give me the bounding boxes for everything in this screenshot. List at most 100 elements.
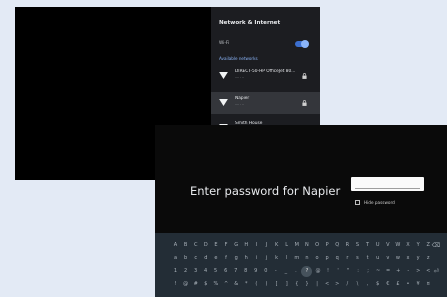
keyboard-key[interactable]: _	[281, 267, 290, 276]
keyboard-key[interactable]: ^	[222, 280, 231, 289]
keyboard-key[interactable]: 3	[191, 267, 200, 276]
keyboard-key[interactable]: [	[272, 280, 281, 289]
keyboard-key[interactable]: €	[383, 280, 392, 289]
keyboard-key[interactable]: W	[393, 241, 402, 250]
keyboard-key[interactable]: $	[201, 280, 210, 289]
keyboard-key[interactable]: y	[414, 254, 423, 263]
keyboard-key[interactable]: %	[211, 280, 220, 289]
keyboard-key[interactable]: ¤	[424, 280, 433, 289]
keyboard-key[interactable]: d	[201, 254, 210, 263]
keyboard-key[interactable]: }	[302, 280, 311, 289]
keyboard-key[interactable]: p	[323, 254, 332, 263]
keyboard-key[interactable]: S	[353, 241, 362, 250]
keyboard-key[interactable]: A	[171, 241, 180, 250]
keyboard-key-focused[interactable]: ?	[301, 266, 313, 277]
keyboard-key[interactable]: >	[414, 267, 423, 276]
keyboard-key[interactable]: 0	[261, 267, 270, 276]
keyboard-key[interactable]: j	[262, 254, 271, 263]
keyboard-key[interactable]: t	[363, 254, 372, 263]
keyboard-key[interactable]: \	[353, 280, 362, 289]
keyboard-key[interactable]: w	[393, 254, 402, 263]
keyboard-key[interactable]: J	[262, 241, 271, 250]
keyboard-key[interactable]: G	[232, 241, 241, 250]
keyboard-key[interactable]: x	[404, 254, 413, 263]
keyboard-key[interactable]: "	[344, 267, 353, 276]
keyboard-key[interactable]: V	[383, 241, 392, 250]
keyboard-key[interactable]: ;	[364, 267, 373, 276]
keyboard-key[interactable]: '	[334, 267, 343, 276]
keyboard-key[interactable]: :	[354, 267, 363, 276]
keyboard-key[interactable]: 1	[171, 267, 180, 276]
keyboard-key[interactable]: z	[424, 254, 433, 263]
keyboard-key[interactable]: )	[262, 280, 271, 289]
keyboard-key[interactable]: k	[272, 254, 281, 263]
keyboard-key[interactable]: g	[232, 254, 241, 263]
keyboard-key[interactable]: m	[292, 254, 301, 263]
keyboard-key[interactable]: {	[292, 280, 301, 289]
keyboard-key[interactable]: b	[181, 254, 190, 263]
keyboard-key[interactable]: h	[242, 254, 251, 263]
keyboard-key[interactable]: v	[383, 254, 392, 263]
keyboard-key[interactable]: N	[302, 241, 311, 250]
keyboard-key[interactable]: T	[363, 241, 372, 250]
keyboard-key[interactable]: D	[201, 241, 210, 250]
keyboard-key[interactable]: o	[313, 254, 322, 263]
backspace-key[interactable]: ⌫	[431, 241, 441, 250]
network-item-napier[interactable]: Napier ···· · ··	[211, 92, 320, 114]
keyboard-key[interactable]: i	[252, 254, 261, 263]
keyboard-key[interactable]: <	[323, 280, 332, 289]
wifi-toggle-row[interactable]: Wi-Fi	[211, 38, 320, 50]
keyboard-key[interactable]: /	[343, 280, 352, 289]
keyboard-key[interactable]: F	[222, 241, 231, 250]
keyboard-key[interactable]: R	[343, 241, 352, 250]
keyboard-key[interactable]: -	[271, 267, 280, 276]
keyboard-key[interactable]: 4	[201, 267, 210, 276]
keyboard-key[interactable]: q	[333, 254, 342, 263]
keyboard-key[interactable]: I	[252, 241, 261, 250]
keyboard-key[interactable]: 5	[211, 267, 220, 276]
keyboard-key[interactable]: &	[232, 280, 241, 289]
keyboard-key[interactable]: @	[181, 280, 190, 289]
keyboard-key[interactable]: ,	[363, 280, 372, 289]
keyboard-key[interactable]: -	[404, 267, 413, 276]
keyboard-key[interactable]: £	[393, 280, 402, 289]
password-input[interactable]	[351, 177, 424, 191]
keyboard-key[interactable]: B	[181, 241, 190, 250]
keyboard-key[interactable]: 7	[231, 267, 240, 276]
keyboard-key[interactable]: .	[291, 267, 300, 276]
keyboard-key[interactable]: 9	[251, 267, 260, 276]
keyboard-key[interactable]: >	[333, 280, 342, 289]
keyboard-key[interactable]: a	[171, 254, 180, 263]
keyboard-key[interactable]: E	[211, 241, 220, 250]
keyboard-key[interactable]: M	[292, 241, 301, 250]
keyboard-key[interactable]: ]	[282, 280, 291, 289]
keyboard-key[interactable]: 2	[181, 267, 190, 276]
keyboard-key[interactable]: K	[272, 241, 281, 250]
keyboard-key[interactable]: !	[171, 280, 180, 289]
keyboard-key[interactable]: |	[313, 280, 322, 289]
wifi-toggle[interactable]	[295, 40, 309, 48]
keyboard-key[interactable]: +	[394, 267, 403, 276]
keyboard-key[interactable]: •	[404, 280, 413, 289]
keyboard-key[interactable]: 6	[221, 267, 230, 276]
keyboard-key[interactable]: L	[282, 241, 291, 250]
keyboard-key[interactable]: f	[222, 254, 231, 263]
keyboard-key[interactable]: H	[242, 241, 251, 250]
keyboard-key[interactable]: ¥	[414, 280, 423, 289]
keyboard-key[interactable]: C	[191, 241, 200, 250]
keyboard-key[interactable]: c	[191, 254, 200, 263]
keyboard-key[interactable]: ~	[374, 267, 383, 276]
keyboard-key[interactable]: r	[343, 254, 352, 263]
keyboard-key[interactable]: u	[373, 254, 382, 263]
keyboard-key[interactable]: !	[323, 267, 332, 276]
keyboard-key[interactable]: n	[302, 254, 311, 263]
keyboard-key[interactable]: =	[384, 267, 393, 276]
keyboard-key[interactable]: U	[373, 241, 382, 250]
keyboard-key[interactable]: s	[353, 254, 362, 263]
keyboard-key[interactable]: l	[282, 254, 291, 263]
network-item-direct-hp[interactable]: DIRECT-50-HP OfficeJet 80... ···· · ··	[211, 65, 320, 87]
keyboard-key[interactable]: P	[323, 241, 332, 250]
keyboard-key[interactable]: Q	[333, 241, 342, 250]
keyboard-key[interactable]: 8	[241, 267, 250, 276]
keyboard-key[interactable]: Y	[414, 241, 423, 250]
